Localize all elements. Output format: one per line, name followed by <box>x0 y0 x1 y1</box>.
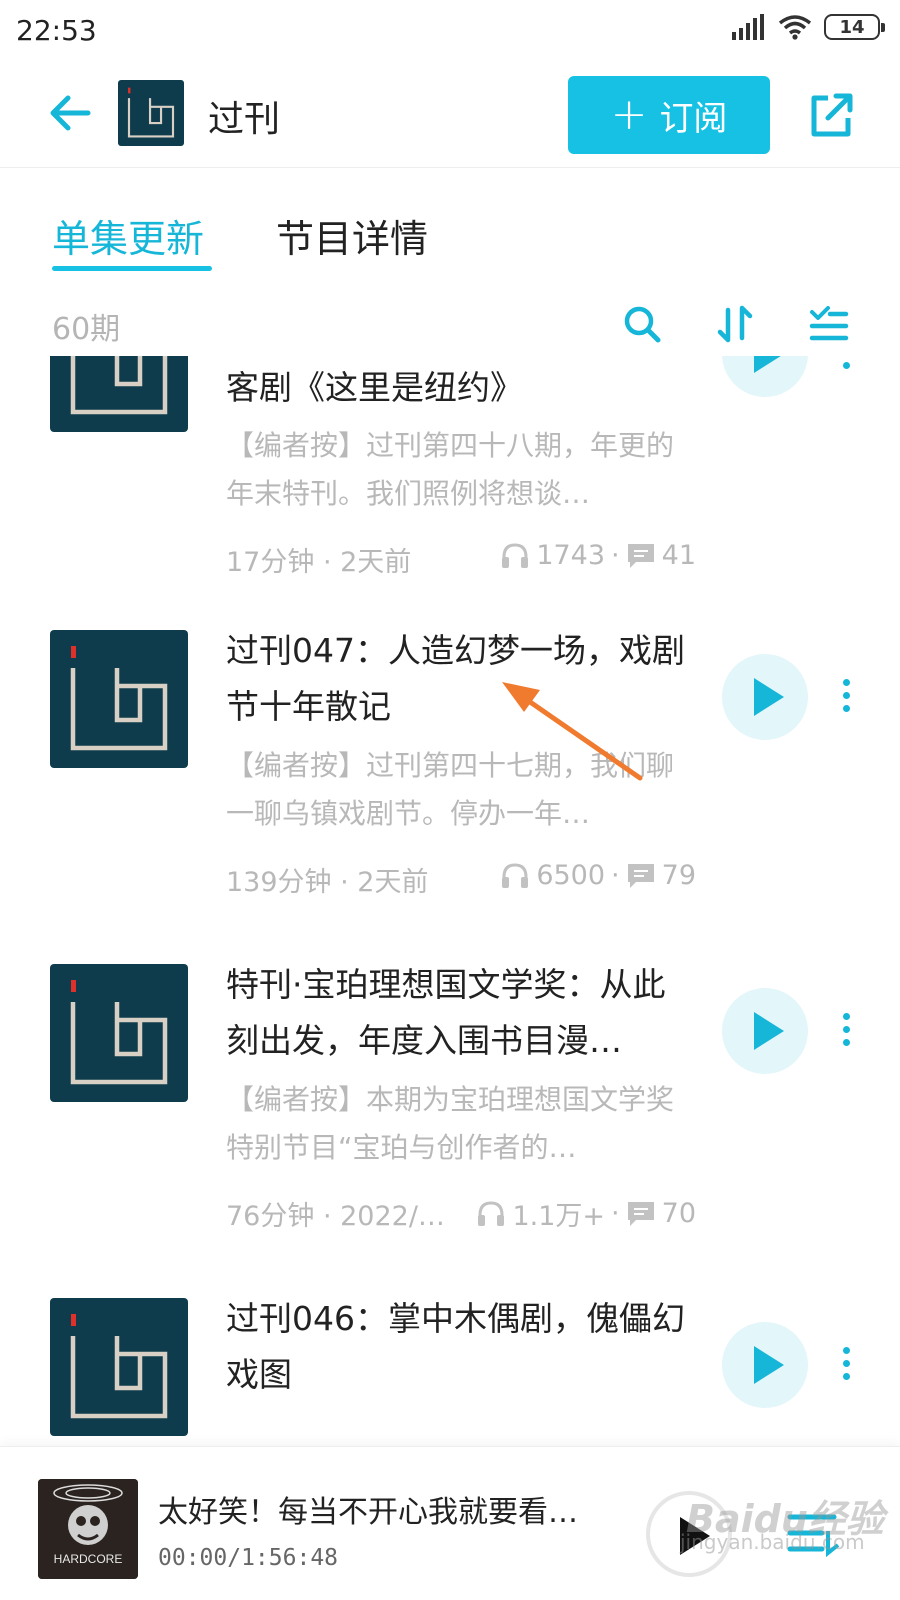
comment-icon <box>627 863 654 888</box>
more-options-button[interactable] <box>836 1008 856 1056</box>
status-time: 22:53 <box>16 14 97 47</box>
headphones-icon <box>478 1200 505 1226</box>
player-cover-art-icon: HARDCORE <box>38 1479 138 1579</box>
episode-cover[interactable] <box>50 964 188 1102</box>
active-tab-indicator <box>52 266 212 271</box>
play-icon <box>680 1517 710 1555</box>
episode-cover[interactable] <box>50 356 188 432</box>
comment-count: 79 <box>661 860 696 891</box>
episode-title[interactable]: 特刊·宝珀理想国文学奖：从此刻出发，年度入围书目漫… <box>226 957 696 1069</box>
episode-count: 60期 <box>52 312 121 347</box>
play-episode-button[interactable] <box>722 356 808 397</box>
episode-description: 【编者按】过刊第四十七期，我们聊一聊乌镇戏剧节。停办一年… <box>226 749 675 830</box>
play-count: 1743 <box>536 540 606 571</box>
episode-cover-logo-icon <box>70 1314 168 1419</box>
page-title: 过刊 <box>208 99 281 140</box>
headphones-icon <box>502 862 529 888</box>
player-cover-text: HARDCORE <box>54 1552 123 1566</box>
episode-title[interactable]: 过刊046：掌中木偶剧，傀儡幻戏图 <box>226 1291 696 1403</box>
sort-icon[interactable] <box>714 302 758 346</box>
wifi-icon <box>778 15 812 40</box>
play-icon <box>754 678 784 716</box>
podcast-logo <box>118 80 184 146</box>
back-arrow-icon[interactable] <box>44 88 94 138</box>
subscribe-button[interactable]: + 订阅 <box>568 76 770 154</box>
play-icon <box>754 1346 784 1384</box>
more-options-button[interactable] <box>836 1342 856 1390</box>
filter-list-icon[interactable] <box>806 302 850 346</box>
episode-cover-logo-icon <box>70 356 168 415</box>
play-count: 1.1万+ <box>512 1201 606 1232</box>
episode-title[interactable]: 客剧《这里是纽约》 <box>226 360 696 416</box>
episode-item[interactable]: 过刊047：人造幻梦一场，戏剧节十年散记 【编者按】过刊第四十七期，我们聊一聊乌… <box>0 628 900 968</box>
headphones-icon <box>502 542 529 568</box>
episode-duration-date: 76分钟 · 2022/… <box>226 1201 445 1232</box>
episode-item[interactable]: 特刊·宝珀理想国文学奖：从此刻出发，年度入围书目漫… 【编者按】本期为宝珀理想国… <box>0 962 900 1302</box>
player-time: 00:00/1:56:48 <box>158 1545 339 1571</box>
episode-meta: 139分钟 · 2天前 6500 · 79 <box>226 860 696 898</box>
status-bar: 22:53 14 <box>0 0 900 62</box>
more-options-button[interactable] <box>836 356 856 379</box>
podcast-logo-mark-icon <box>127 87 175 138</box>
comment-count: 70 <box>661 1198 696 1229</box>
more-options-button[interactable] <box>836 674 856 722</box>
player-cover[interactable]: HARDCORE <box>38 1479 138 1579</box>
episode-meta: 17分钟 · 2天前 1743 · 41 <box>226 540 696 578</box>
episode-meta: 76分钟 · 2022/… 1.1万+ · 70 <box>226 1190 696 1232</box>
plus-icon: + <box>610 89 648 140</box>
comment-count: 41 <box>661 540 696 571</box>
signal-icon <box>732 14 764 40</box>
episode-duration-date: 139分钟 · 2天前 <box>226 867 429 898</box>
play-episode-button[interactable] <box>722 654 808 740</box>
comment-icon <box>627 1201 654 1226</box>
comment-icon <box>627 543 654 568</box>
search-icon[interactable] <box>620 302 664 346</box>
tab-episode-updates[interactable]: 单集更新 <box>52 208 204 263</box>
tab-bar: 单集更新 节目详情 <box>0 200 900 280</box>
share-icon[interactable] <box>806 90 856 140</box>
player-title[interactable]: 太好笑！每当不开心我就要看… <box>158 1487 618 1531</box>
play-episode-button[interactable] <box>722 988 808 1074</box>
play-count: 6500 <box>536 860 606 891</box>
subscribe-label: 订阅 <box>659 98 728 139</box>
episode-cover[interactable] <box>50 630 188 768</box>
episode-cover[interactable] <box>50 1298 188 1436</box>
app-header: 过刊 + 订阅 <box>0 62 900 168</box>
episode-item[interactable]: 客剧《这里是纽约》 【编者按】过刊第四十八期，年更的年末特刊。我们照例将想谈… … <box>0 356 900 654</box>
tab-program-details[interactable]: 节目详情 <box>276 208 428 263</box>
list-toolbar: 60期 <box>0 296 900 356</box>
episode-item[interactable]: 过刊046：掌中木偶剧，傀儡幻戏图 <box>0 1296 900 1446</box>
episode-duration-date: 17分钟 · 2天前 <box>226 547 412 578</box>
play-icon <box>754 356 781 373</box>
status-icons: 14 <box>732 14 885 40</box>
play-icon <box>754 1012 784 1050</box>
episode-title[interactable]: 过刊047：人造幻梦一场，戏剧节十年散记 <box>226 623 696 735</box>
episode-description: 【编者按】过刊第四十八期，年更的年末特刊。我们照例将想谈… <box>226 429 675 510</box>
play-episode-button[interactable] <box>722 1322 808 1408</box>
episode-description: 【编者按】本期为宝珀理想国文学奖特别节目“宝珀与创作者的… <box>226 1083 675 1164</box>
playlist-icon[interactable] <box>782 1503 842 1563</box>
battery-indicator: 14 <box>824 14 885 40</box>
episode-cover-logo-icon <box>70 646 168 751</box>
player-play-button[interactable] <box>646 1491 732 1577</box>
mini-player[interactable]: HARDCORE 太好笑！每当不开心我就要看… 00:00/1:56:48 <box>0 1446 900 1600</box>
episode-cover-logo-icon <box>70 980 168 1085</box>
episode-list[interactable]: 客剧《这里是纽约》 【编者按】过刊第四十八期，年更的年末特刊。我们照例将想谈… … <box>0 356 900 1446</box>
